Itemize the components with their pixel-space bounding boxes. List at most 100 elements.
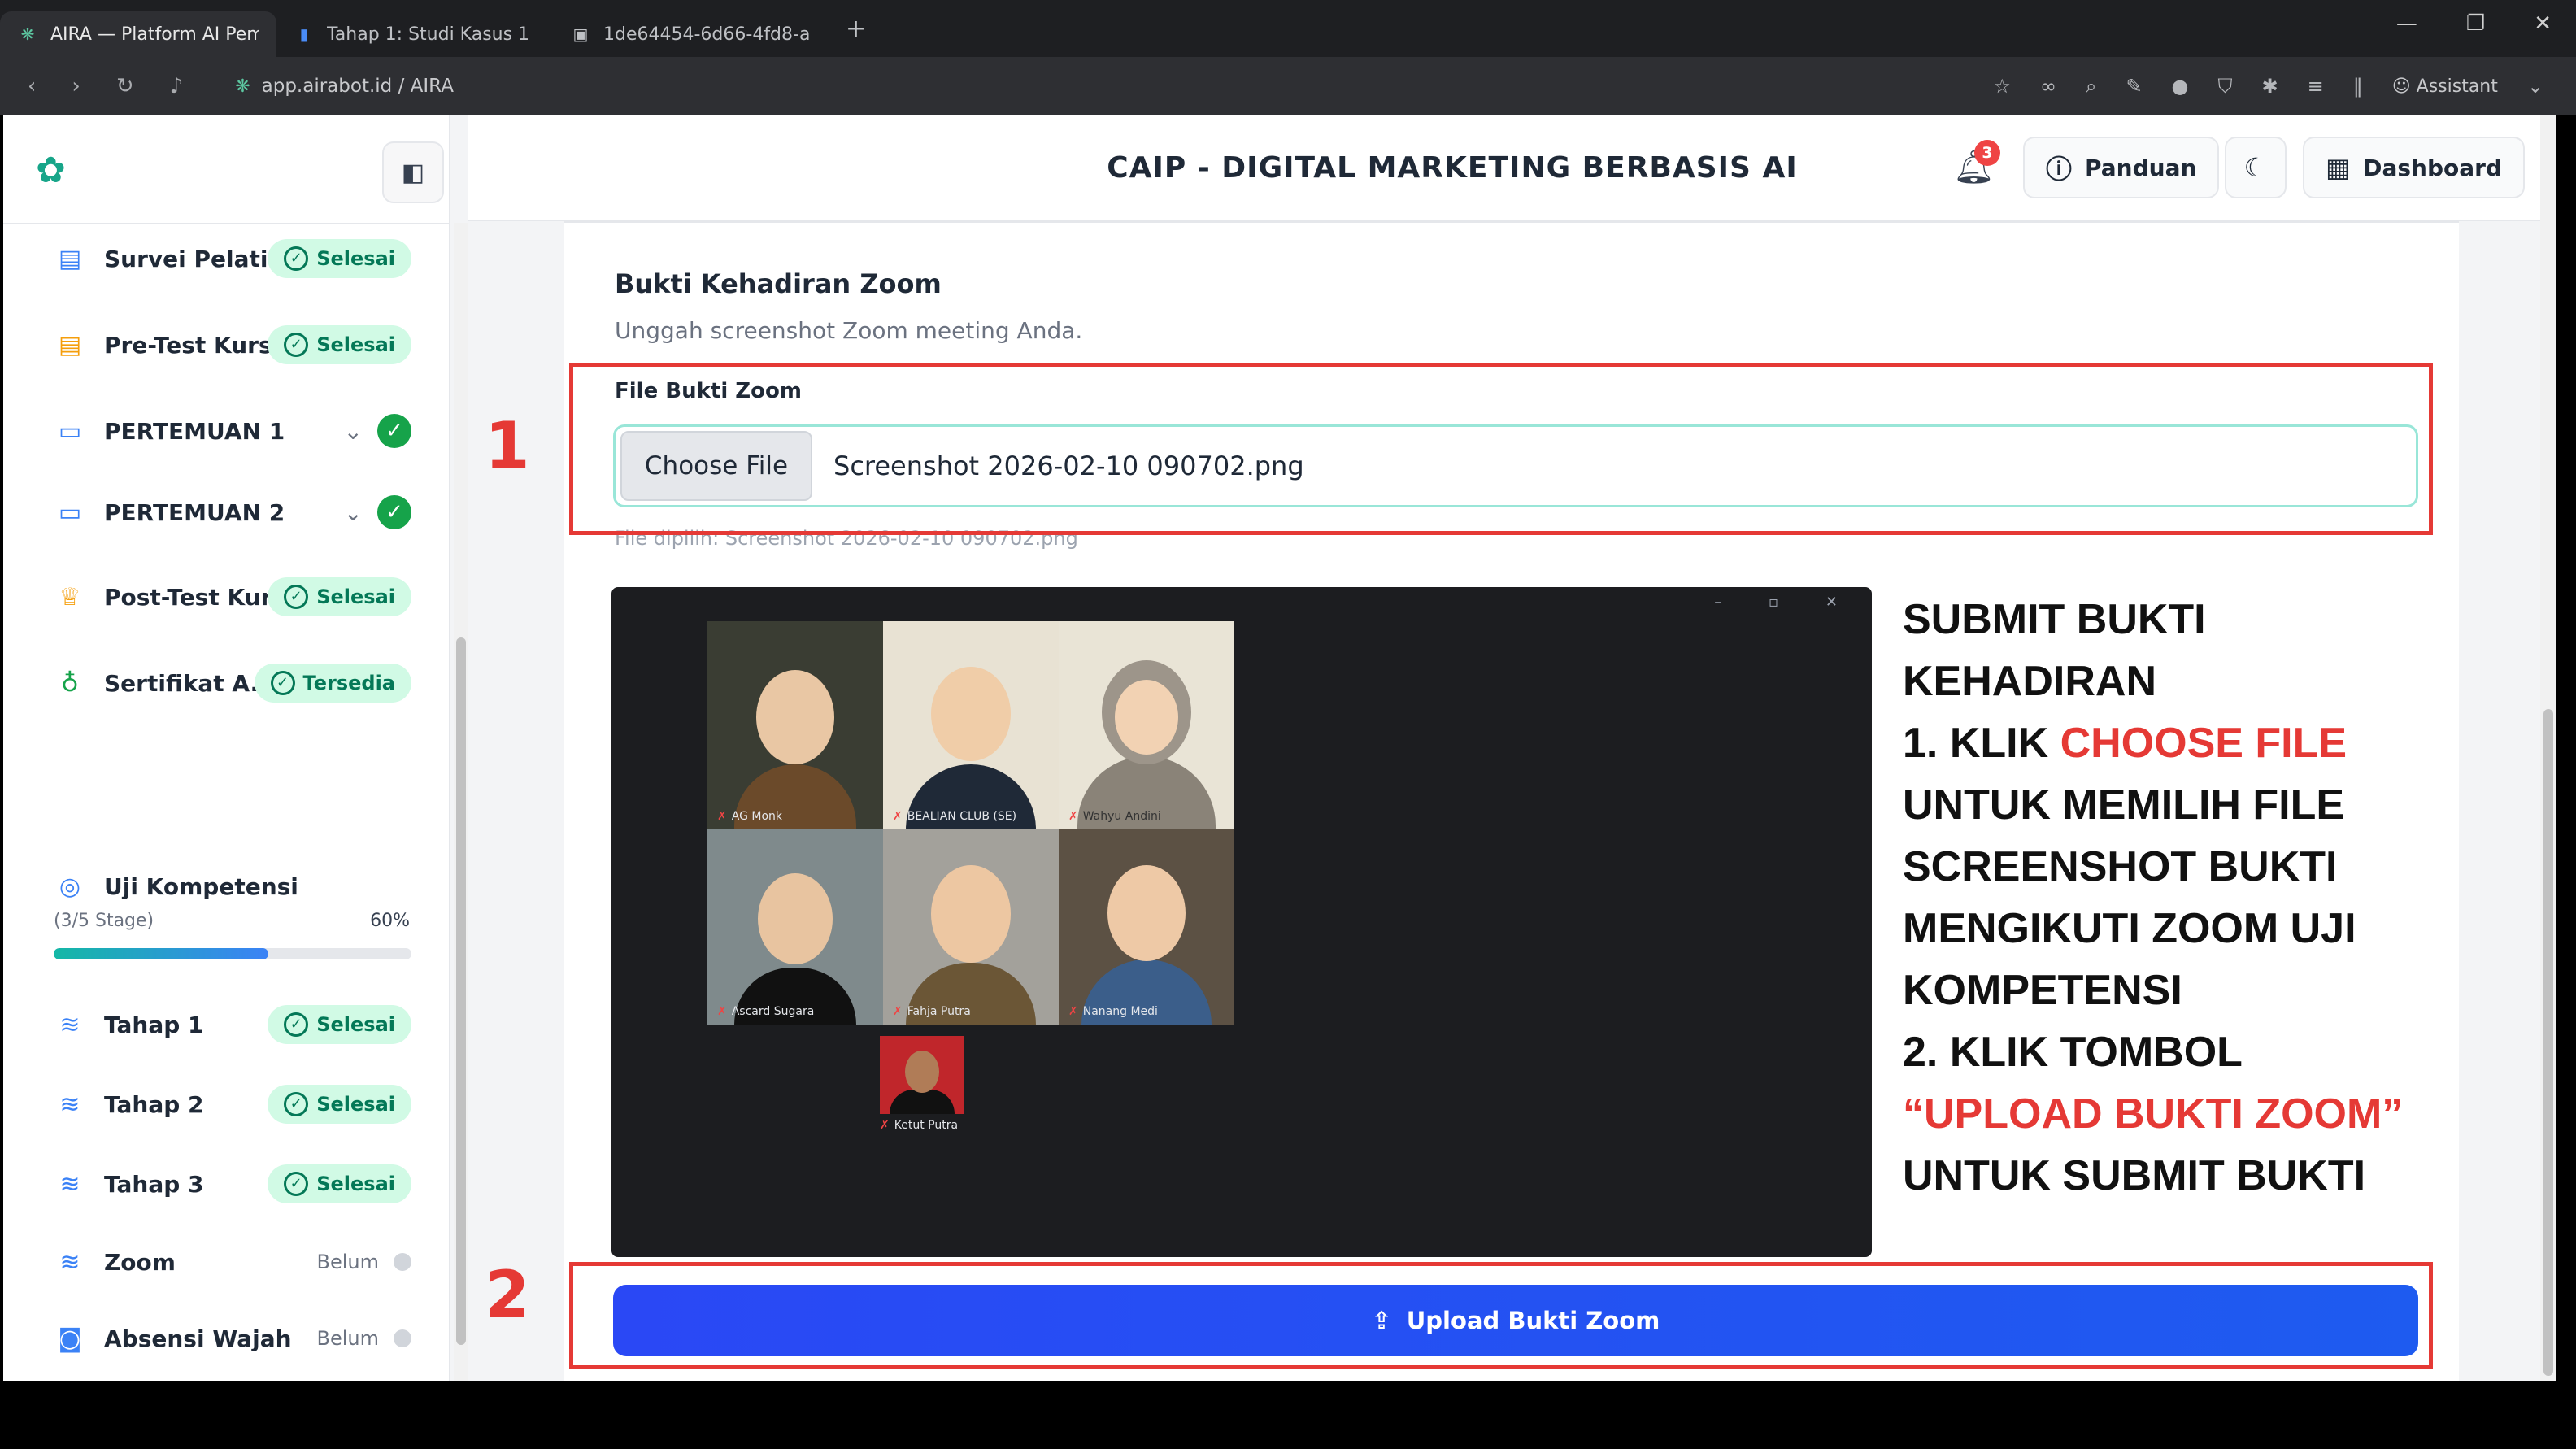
- dashboard-label: Dashboard: [2363, 154, 2502, 181]
- main-scrollbar[interactable]: [2540, 115, 2556, 1381]
- sidebar-item-label: PERTEMUAN 1: [104, 417, 285, 445]
- assistant-label: Assistant: [2416, 76, 2498, 97]
- annotation-box-1: [569, 363, 2433, 535]
- status-pending: Belum: [316, 1327, 411, 1350]
- participant-face: [931, 667, 1011, 761]
- chevron-down-icon[interactable]: ⌄: [344, 418, 363, 445]
- participant-tile: ✗ Fahja Putra: [883, 829, 1059, 1025]
- participant-name-text: BEALIAN CLUB (SE): [907, 810, 1017, 823]
- participant-tile: ✗ Ascard Sugara: [707, 829, 883, 1025]
- minimize-icon[interactable]: —: [2396, 11, 2417, 36]
- sidebar-collapse-button[interactable]: ◧: [382, 141, 444, 203]
- annotation-box-2: [569, 1262, 2433, 1369]
- check-circle-icon: ✓: [284, 1172, 309, 1196]
- check-circle-icon: ✓: [284, 246, 309, 271]
- new-tab-icon[interactable]: +: [846, 15, 866, 43]
- sidebar-scrollbar[interactable]: [454, 223, 468, 1381]
- participant-name: ✗ BEALIAN CLUB (SE): [893, 810, 1016, 823]
- sidebar-item-pertemuan-2[interactable]: ▭ PERTEMUAN 2 ⌄ ✓: [54, 488, 411, 537]
- pen-icon[interactable]: ✎: [2126, 75, 2142, 98]
- sidebar-item-zoom[interactable]: ≋ Zoom Belum: [54, 1238, 411, 1286]
- status-pending: Belum: [316, 1251, 411, 1273]
- mic-icon[interactable]: ♪: [170, 74, 184, 98]
- participant-face: [758, 873, 833, 964]
- help-circle-icon: ⓘ: [2046, 154, 2073, 185]
- section-title: Bukti Kehadiran Zoom: [615, 268, 942, 299]
- sidebar-item-pertemuan-1[interactable]: ▭ PERTEMUAN 1 ⌄ ✓: [54, 407, 411, 455]
- award-icon: ♁: [61, 668, 79, 698]
- browser-tab-aira[interactable]: ❋ AIRA — Platform AI Pemb: [0, 11, 276, 57]
- star-icon[interactable]: ☆: [1993, 75, 2011, 98]
- chevron-down-icon[interactable]: ⌄: [344, 499, 363, 526]
- puzzle-icon[interactable]: ✱: [2262, 75, 2278, 98]
- target-icon: ◎: [59, 872, 81, 901]
- browser-tab-file[interactable]: ▣ 1de64454-6d66-4fd8-a5: [553, 11, 829, 57]
- participant-face: [931, 865, 1011, 963]
- restore-icon[interactable]: ❐: [2466, 11, 2485, 36]
- back-icon[interactable]: ‹: [28, 74, 36, 98]
- status-text: Selesai: [316, 1093, 395, 1116]
- panduan-button[interactable]: ⓘ Panduan: [2023, 137, 2220, 198]
- sidebar-item-posttest[interactable]: ♕ Post-Test Kur... ✓ Selesai: [54, 572, 411, 621]
- participant-face: [1107, 865, 1186, 961]
- search-page-icon[interactable]: ⌕: [2086, 75, 2096, 98]
- participant-name-text: Wahyu Andini: [1082, 810, 1161, 823]
- extension-icon[interactable]: ●: [2172, 75, 2189, 98]
- participant-body: [890, 1090, 955, 1114]
- status-text: Selesai: [316, 1013, 395, 1036]
- sidebar: ✿ ◧ ▤ Survei Pelati... ✓ Selesai ▤ Pre-Te…: [3, 115, 450, 1381]
- menu-icon[interactable]: ≡: [2308, 75, 2324, 98]
- close-icon[interactable]: ✕: [2534, 11, 2552, 36]
- dashboard-button[interactable]: ▦ Dashboard: [2303, 137, 2525, 198]
- sidebar-item-sertifikat-a[interactable]: ♁ Sertifikat A... ✓ Tersedia: [54, 659, 411, 707]
- voice-icon[interactable]: ‖: [2353, 75, 2363, 98]
- assistant-button[interactable]: ☺ Assistant: [2392, 76, 2498, 97]
- sidebar-item-label: Absensi Wajah: [104, 1325, 292, 1352]
- sidebar-item-tahap-1[interactable]: ≋ Tahap 1 ✓ Selesai: [54, 1000, 411, 1049]
- annotation-line: 1. KLIK CHOOSE FILE: [1903, 712, 2472, 774]
- trophy-icon: ♕: [59, 582, 81, 611]
- camera-icon: ◙: [58, 1324, 82, 1353]
- theme-toggle-button[interactable]: ☾: [2225, 137, 2287, 198]
- url-field[interactable]: ❋ app.airabot.id / AIRA: [235, 76, 454, 97]
- sidebar-item-label: Tahap 3: [104, 1170, 204, 1198]
- aira-logo-icon: ❋: [20, 24, 35, 44]
- main-scroll-thumb[interactable]: [2543, 709, 2553, 1376]
- sidebar-item-survei[interactable]: ▤ Survei Pelati... ✓ Selesai: [54, 234, 411, 283]
- status-badge: ✓ Selesai: [268, 325, 411, 364]
- sidebar-scroll-thumb[interactable]: [456, 637, 466, 1345]
- sidebar-toggle-icon: ◧: [401, 158, 425, 187]
- status-text: Belum: [316, 1327, 380, 1350]
- panduan-label: Panduan: [2085, 154, 2197, 181]
- sidebar-item-pretest[interactable]: ▤ Pre-Test Kursus ✓ Selesai: [54, 320, 411, 369]
- reload-icon[interactable]: ↻: [116, 74, 134, 98]
- uji-percent: 60%: [370, 911, 410, 931]
- participant-name: ✗ Ascard Sugara: [717, 1005, 814, 1018]
- sidebar-item-uji-kompetensi[interactable]: ◎ Uji Kompetensi: [54, 862, 411, 911]
- layers-icon: ≋: [59, 1169, 80, 1199]
- sidebar-item-tahap-2[interactable]: ≋ Tahap 2 ✓ Selesai: [54, 1080, 411, 1129]
- participant-name-text: Ascard Sugara: [731, 1005, 815, 1018]
- shield-icon[interactable]: ⛉: [2218, 75, 2233, 98]
- status-badge: ✓ Selesai: [268, 1164, 411, 1203]
- folder-icon: ▭: [58, 498, 82, 527]
- status-badge: ✓ Selesai: [268, 1005, 411, 1044]
- sidebar-item-tahap-3[interactable]: ≋ Tahap 3 ✓ Selesai: [54, 1160, 411, 1208]
- check-circle-icon: ✓: [270, 671, 295, 695]
- status-badge: ✓ Selesai: [268, 239, 411, 278]
- forward-icon[interactable]: ›: [72, 74, 80, 98]
- chevron-down-icon[interactable]: ⌄: [2527, 75, 2543, 98]
- annotation-line: KEHADIRAN: [1903, 658, 2156, 705]
- link-icon[interactable]: ∞: [2040, 75, 2056, 98]
- status-text: Belum: [316, 1251, 380, 1273]
- tab-title: Tahap 1: Studi Kasus 1 - D: [327, 24, 535, 45]
- sidebar-item-absensi-wajah[interactable]: ◙ Absensi Wajah Belum: [54, 1314, 411, 1363]
- muted-mic-icon: ✗: [717, 810, 727, 823]
- muted-mic-icon: ✗: [1068, 1005, 1078, 1018]
- folder-icon: ▭: [58, 416, 82, 446]
- sidebar-item-label: Tahap 1: [104, 1011, 204, 1038]
- participant-tile: [880, 1036, 964, 1114]
- browser-tab-tahap1[interactable]: ▮ Tahap 1: Studi Kasus 1 - D: [276, 11, 553, 57]
- status-badge: ✓ Selesai: [268, 577, 411, 616]
- address-bar: ‹ › ↻ ♪ ❋ app.airabot.id / AIRA ☆ ∞ ⌕ ✎ …: [0, 57, 2576, 115]
